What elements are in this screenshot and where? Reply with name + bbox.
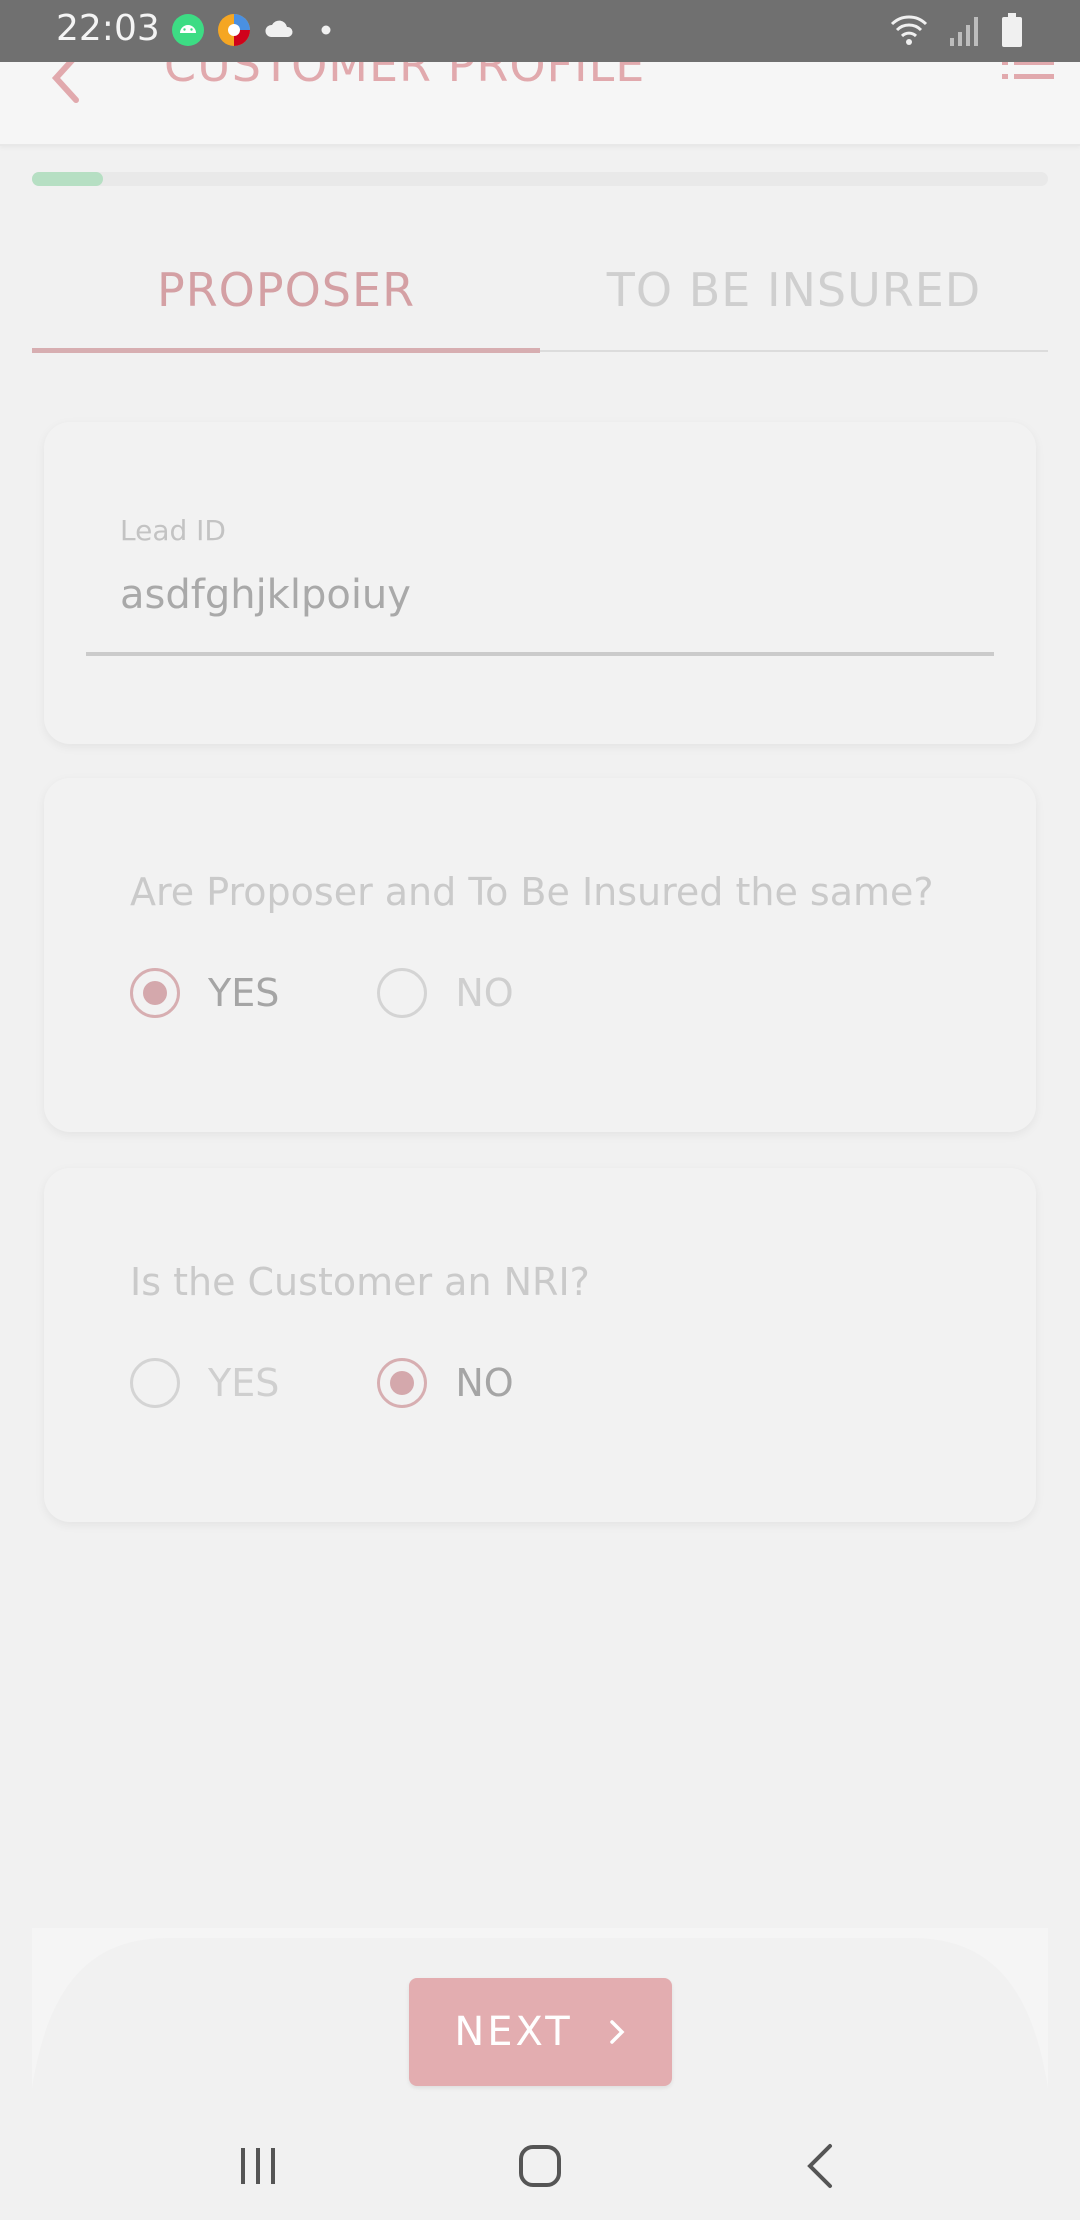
- back-nav-icon[interactable]: [792, 2136, 852, 2196]
- radio-checked-icon[interactable]: [130, 968, 180, 1018]
- nri-question: Is the Customer an NRI?: [130, 1260, 590, 1304]
- dot-icon: [321, 25, 331, 35]
- nri-card: Is the Customer an NRI? YES NO: [44, 1168, 1036, 1522]
- same-person-question: Are Proposer and To Be Insured the same?: [130, 870, 934, 914]
- status-system-icons: [888, 12, 1024, 48]
- next-button-label: NEXT: [454, 2009, 573, 2055]
- radio-unchecked-icon[interactable]: [377, 968, 428, 1018]
- lead-id-input[interactable]: [120, 572, 1000, 618]
- lead-id-card: Lead ID: [44, 422, 1036, 744]
- nri-radio-group: YES NO: [130, 1358, 612, 1408]
- nri-no-label: NO: [455, 1361, 514, 1405]
- next-button[interactable]: NEXT: [409, 1978, 672, 2086]
- page-title: CUSTOMER PROFILE: [164, 62, 646, 92]
- tab-to-be-insured[interactable]: TO BE INSURED: [540, 230, 1048, 350]
- battery-icon: [1002, 13, 1022, 47]
- status-notification-icons: [170, 12, 344, 48]
- list-menu-icon[interactable]: [1000, 62, 1056, 104]
- same-person-no-label: NO: [455, 971, 514, 1015]
- app-bar: CUSTOMER PROFILE: [0, 62, 1080, 146]
- same-person-yes-label: YES: [208, 971, 280, 1015]
- signal-icon: [950, 17, 978, 46]
- same-person-radio-group: YES NO: [130, 968, 612, 1018]
- radio-unchecked-icon[interactable]: [130, 1358, 180, 1408]
- android-icon: [172, 14, 204, 46]
- same-person-no-option[interactable]: NO: [377, 968, 514, 1018]
- progress-bar: [32, 172, 1048, 186]
- recent-apps-icon[interactable]: [228, 2136, 288, 2196]
- same-person-yes-option[interactable]: YES: [130, 968, 279, 1018]
- same-person-card: Are Proposer and To Be Insured the same?…: [44, 778, 1036, 1132]
- lead-id-underline: [86, 652, 994, 656]
- wifi-icon: [890, 15, 928, 45]
- home-icon[interactable]: [510, 2136, 570, 2196]
- back-arrow-icon[interactable]: [44, 62, 88, 112]
- tab-proposer[interactable]: PROPOSER: [32, 230, 540, 353]
- system-nav-bar: [0, 2094, 1080, 2220]
- radio-checked-icon[interactable]: [377, 1358, 428, 1408]
- tab-bar: PROPOSER TO BE INSURED: [32, 230, 1048, 353]
- app-logo-icon: [218, 14, 250, 46]
- nri-yes-label: YES: [208, 1361, 280, 1405]
- lead-id-label: Lead ID: [120, 514, 226, 547]
- progress-fill: [32, 172, 104, 186]
- nri-no-option[interactable]: NO: [377, 1358, 514, 1408]
- status-time: 22:03: [56, 8, 160, 49]
- chevron-right-icon: [609, 2020, 625, 2044]
- nri-yes-option[interactable]: YES: [130, 1358, 279, 1408]
- cloud-icon: [265, 20, 293, 37]
- status-bar: 22:03: [0, 0, 1080, 62]
